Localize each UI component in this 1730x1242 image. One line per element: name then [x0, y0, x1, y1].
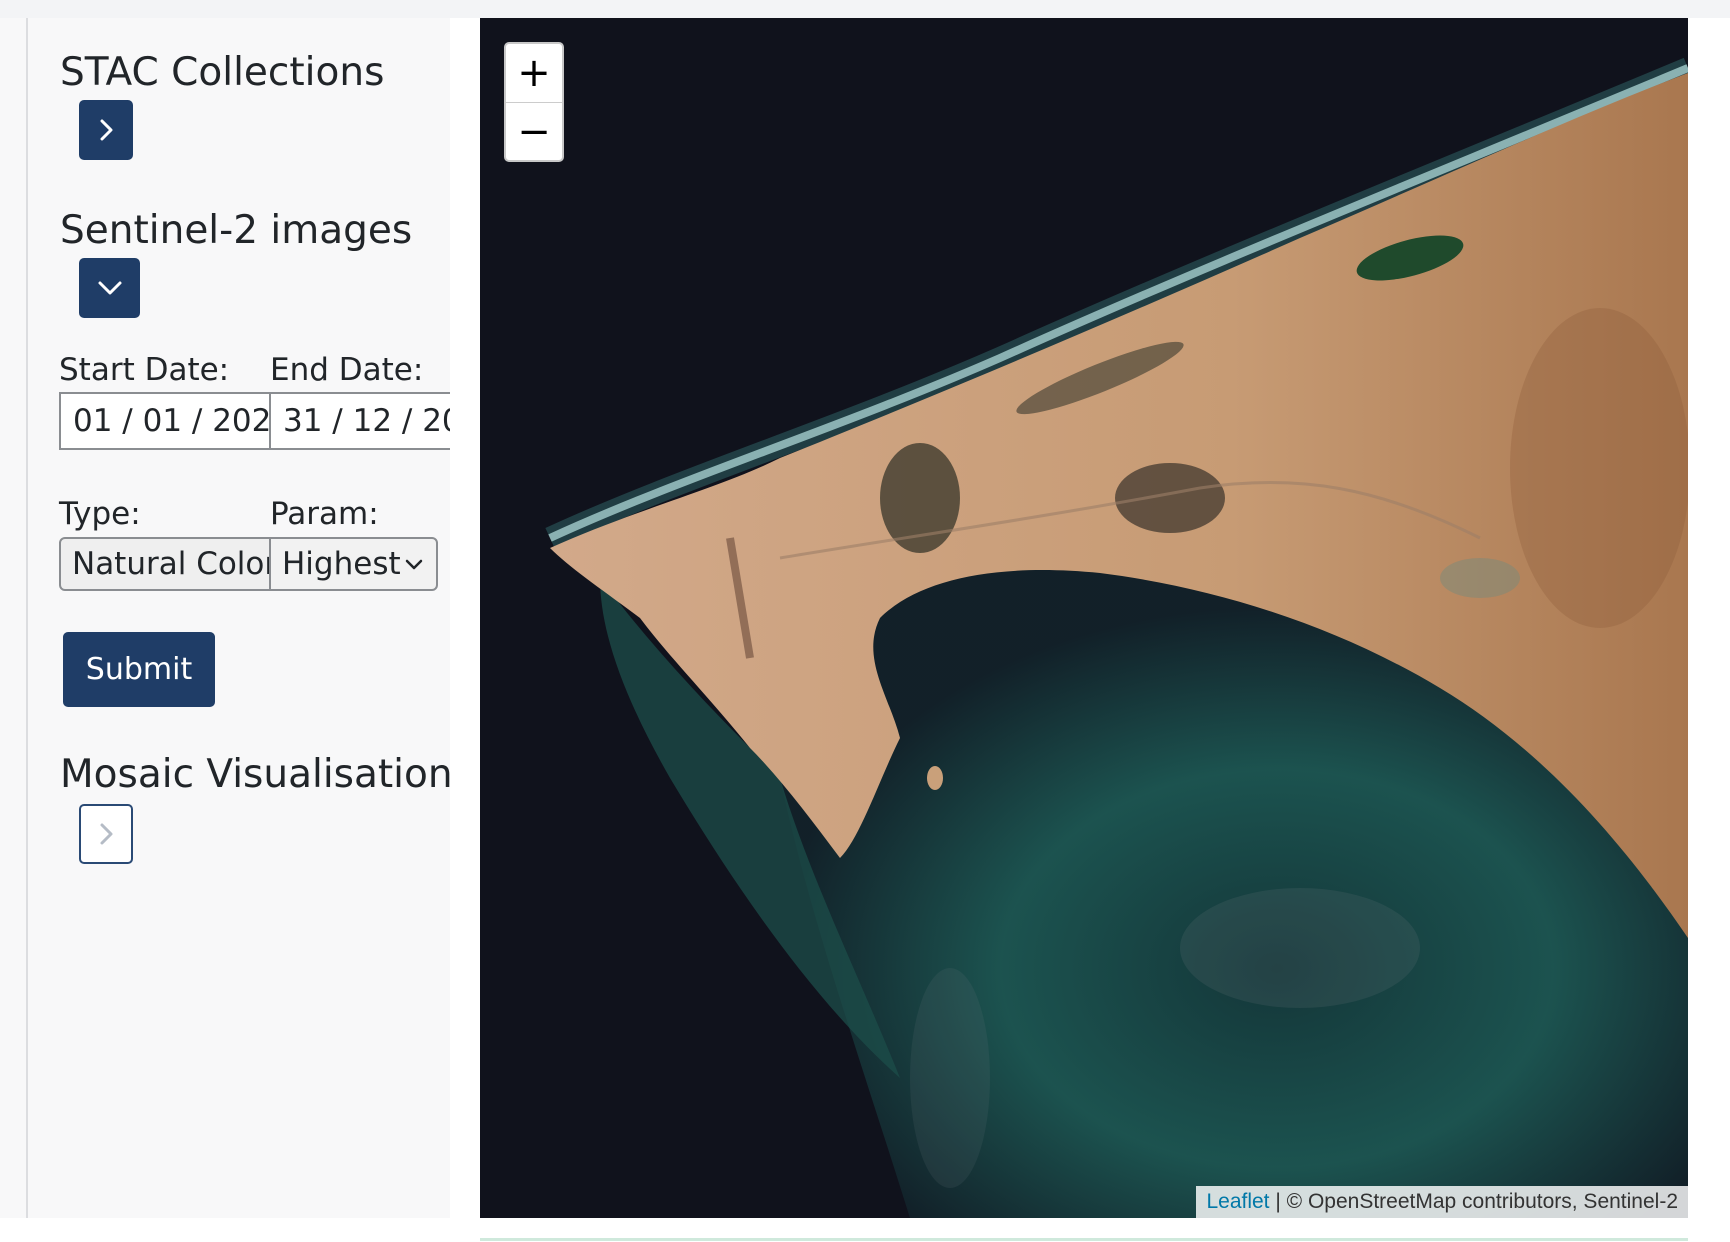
- chevron-right-icon: [100, 823, 113, 845]
- map-view[interactable]: + − Leaflet | © OpenStreetMap contributo…: [480, 18, 1688, 1218]
- zoom-out-button[interactable]: −: [506, 103, 562, 161]
- sidebar: [0, 18, 450, 1218]
- chevron-down-icon: [98, 281, 121, 295]
- attribution-text: | © OpenStreetMap contributors, Sentinel…: [1269, 1190, 1678, 1213]
- type-select[interactable]: Natural Color: [59, 537, 271, 591]
- leaflet-link[interactable]: Leaflet: [1206, 1190, 1269, 1213]
- chevron-down-icon: [405, 559, 423, 570]
- type-label: Type:: [59, 496, 141, 532]
- sentinel-images-toggle-button[interactable]: [79, 258, 140, 318]
- param-select[interactable]: Highest: [269, 537, 438, 591]
- start-date-label: Start Date:: [59, 352, 230, 388]
- sentinel-images-title: Sentinel-2 images: [60, 208, 413, 253]
- submit-button[interactable]: Submit: [63, 632, 215, 707]
- bottom-divider: [480, 1238, 1688, 1241]
- map-attribution: Leaflet | © OpenStreetMap contributors, …: [1196, 1186, 1688, 1218]
- end-date-input[interactable]: 31 / 12 / 2025: [269, 392, 450, 450]
- chevron-right-icon: [100, 119, 113, 141]
- zoom-in-button[interactable]: +: [506, 44, 562, 103]
- mosaic-visualisation-title: Mosaic Visualisation: [60, 752, 453, 797]
- start-date-input[interactable]: 01 / 01 / 2025: [59, 392, 271, 450]
- stac-collections-title: STAC Collections: [60, 50, 385, 95]
- mosaic-visualisation-toggle-button[interactable]: [79, 804, 133, 864]
- zoom-control: + −: [504, 42, 564, 162]
- sidebar-divider: [26, 18, 28, 1218]
- stac-collections-toggle-button[interactable]: [79, 100, 133, 160]
- param-label: Param:: [270, 496, 379, 532]
- param-select-value: Highest: [282, 546, 401, 582]
- top-strip: [0, 0, 1730, 18]
- end-date-label: End Date:: [270, 352, 424, 388]
- satellite-imagery: [480, 18, 1688, 1218]
